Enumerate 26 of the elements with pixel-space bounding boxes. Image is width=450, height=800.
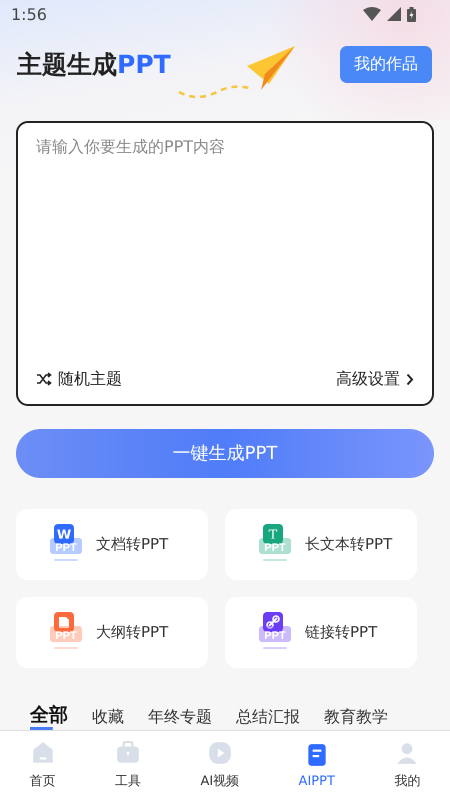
- nav-item[interactable]: AIPPT: [298, 742, 335, 789]
- wifi-icon: [363, 7, 381, 22]
- category-tab[interactable]: 总结汇报: [236, 706, 300, 730]
- nav-item[interactable]: AI视频: [200, 740, 240, 790]
- tool-card[interactable]: T PPT 长文本转PPT: [225, 508, 417, 580]
- play-icon: [206, 740, 233, 766]
- battery-icon: [407, 6, 416, 22]
- tool-card[interactable]: PPT 大纲转PPT: [16, 596, 208, 668]
- category-tab[interactable]: 全部: [30, 702, 68, 730]
- prompt-field[interactable]: 请输入你要生成的PPT内容 随机主题 高级设置: [16, 121, 434, 406]
- shuffle-icon: [36, 372, 52, 386]
- page-title: 主题生成PPT: [17, 49, 171, 82]
- category-tab[interactable]: 年终专题: [148, 706, 212, 730]
- advanced-settings-button[interactable]: 高级设置: [336, 368, 414, 390]
- tool-card[interactable]: W PPT 文档转PPT: [16, 508, 208, 580]
- chevron-right-icon: [406, 372, 414, 386]
- nav-item[interactable]: 首页: [30, 740, 56, 790]
- nav-item[interactable]: 我的: [394, 740, 420, 790]
- random-topic-button[interactable]: 随机主题: [36, 368, 122, 390]
- status-time: 1:56: [11, 4, 47, 24]
- nav-item[interactable]: 工具: [115, 740, 142, 790]
- category-tab[interactable]: 教育教学: [324, 706, 388, 730]
- signal-icon: [387, 7, 401, 22]
- category-tab[interactable]: 收藏: [92, 706, 124, 730]
- tool-card[interactable]: PPT 链接转PPT: [225, 596, 417, 668]
- generate-button[interactable]: 一键生成PPT: [16, 428, 434, 478]
